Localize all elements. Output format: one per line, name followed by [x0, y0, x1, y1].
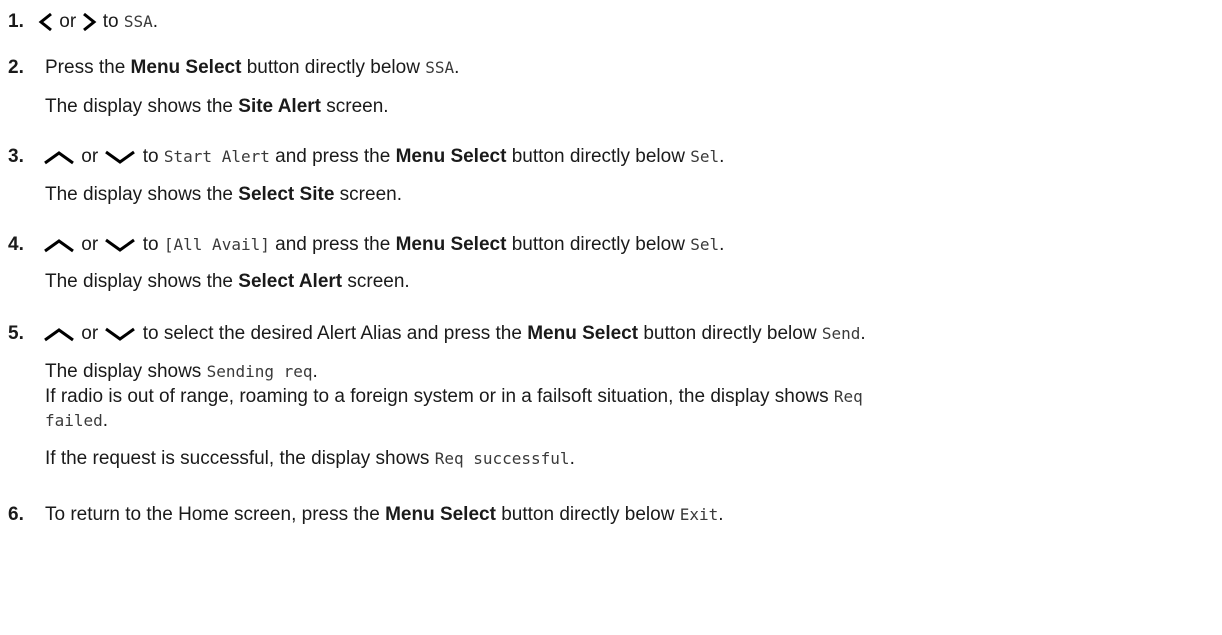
step-2-result: The display shows the Site Alert screen. — [45, 96, 389, 117]
step-5-number: 5. — [8, 323, 24, 344]
chevron-down-icon — [103, 326, 137, 342]
step-4-number: 4. — [8, 234, 24, 255]
step-3-number: 3. — [8, 146, 24, 167]
step-2-text: Press the Menu Select button directly be… — [45, 57, 460, 78]
step-1-number: 1. — [8, 11, 24, 32]
chevron-up-icon — [42, 149, 76, 165]
chevron-left-icon — [38, 12, 54, 32]
step-6-text: To return to the Home screen, press the … — [45, 504, 724, 525]
step-1-text: or to SSA. — [38, 10, 158, 34]
chevron-down-icon — [103, 237, 137, 253]
step-6-number: 6. — [8, 504, 24, 525]
chevron-down-icon — [103, 149, 137, 165]
procedure-document: 1. or to SSA. 2. Press the Menu Select b… — [0, 0, 1222, 635]
step-2-number: 2. — [8, 57, 24, 78]
chevron-up-icon — [42, 237, 76, 253]
step-4-result: The display shows the Select Alert scree… — [45, 271, 410, 292]
chevron-up-icon — [42, 326, 76, 342]
step-5-result-2-cont: failed. — [45, 410, 109, 431]
step-3-text: or to Start Alert and press the Menu Sel… — [42, 145, 724, 169]
menu-select-label: Menu Select — [130, 57, 242, 78]
step-4-text: or to [All Avail] and press the Menu Sel… — [42, 233, 724, 257]
step-5-result-1: The display shows Sending req. — [45, 361, 318, 382]
chevron-right-icon — [81, 12, 97, 32]
step-3-result: The display shows the Select Site screen… — [45, 184, 402, 205]
step-5-result-3: If the request is successful, the displa… — [45, 448, 575, 469]
step-5-result-2: If radio is out of range, roaming to a f… — [45, 386, 863, 407]
step-5-text: or to select the desired Alert Alias and… — [42, 322, 866, 346]
